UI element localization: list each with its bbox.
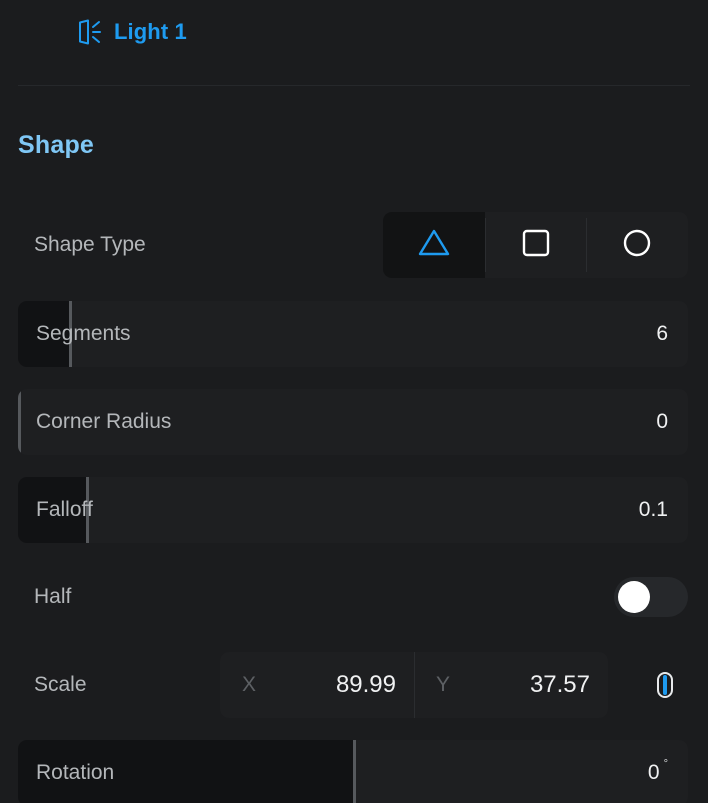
corner-radius-value[interactable]: 0	[656, 389, 668, 455]
half-row: Half	[18, 564, 688, 630]
falloff-slider[interactable]: Falloff 0.1	[18, 477, 688, 543]
corner-radius-slider[interactable]: Corner Radius 0	[18, 389, 688, 455]
rotation-value[interactable]: 0 °	[648, 740, 668, 803]
scale-y-value[interactable]: 37.57	[530, 671, 590, 699]
scale-x-value[interactable]: 89.99	[336, 671, 396, 699]
rotation-label: Rotation	[36, 761, 115, 784]
section-title-shape: Shape	[18, 131, 95, 159]
half-toggle[interactable]	[614, 577, 688, 617]
rotation-value-number: 0	[647, 761, 660, 784]
corner-radius-slider-handle[interactable]	[18, 389, 21, 455]
circle-icon	[621, 227, 653, 264]
light-icon	[72, 17, 102, 47]
light-properties-panel: Light 1 Shape Shape Type Segments 6 Corn…	[0, 0, 708, 803]
scale-fields: X 89.99 Y 37.57	[220, 652, 608, 718]
falloff-label: Falloff	[36, 498, 93, 521]
segments-slider[interactable]: Segments 6	[18, 301, 688, 367]
shape-type-label: Shape Type	[34, 233, 146, 256]
scale-x-field[interactable]: X 89.99	[220, 652, 414, 718]
segments-value[interactable]: 6	[656, 301, 668, 367]
scale-y-field[interactable]: Y 37.57	[414, 652, 608, 718]
segments-label: Segments	[36, 322, 131, 345]
triangle-icon	[416, 226, 452, 265]
shape-type-option-circle[interactable]	[586, 212, 688, 278]
corner-radius-label: Corner Radius	[36, 410, 172, 433]
scale-y-axis-label: Y	[436, 673, 451, 696]
shape-type-option-square[interactable]	[484, 212, 587, 278]
falloff-value[interactable]: 0.1	[639, 477, 668, 543]
scale-label: Scale	[34, 673, 87, 696]
panel-header: Light 1	[0, 0, 708, 64]
shape-type-option-triangle[interactable]	[383, 212, 485, 278]
rotation-slider[interactable]: Rotation 0 °	[18, 740, 688, 803]
shape-type-segmented-control	[383, 212, 688, 278]
shape-type-row: Shape Type	[18, 212, 688, 278]
link-icon[interactable]	[650, 668, 680, 702]
panel-title: Light 1	[114, 19, 187, 44]
scale-row: Scale X 89.99 Y 37.57	[18, 652, 688, 718]
header-divider	[18, 85, 690, 86]
rotation-unit: °	[663, 758, 668, 770]
half-toggle-knob	[618, 581, 650, 613]
scale-x-axis-label: X	[242, 673, 257, 696]
rotation-slider-handle[interactable]	[353, 740, 356, 803]
square-icon	[520, 227, 552, 264]
half-label: Half	[34, 585, 72, 608]
